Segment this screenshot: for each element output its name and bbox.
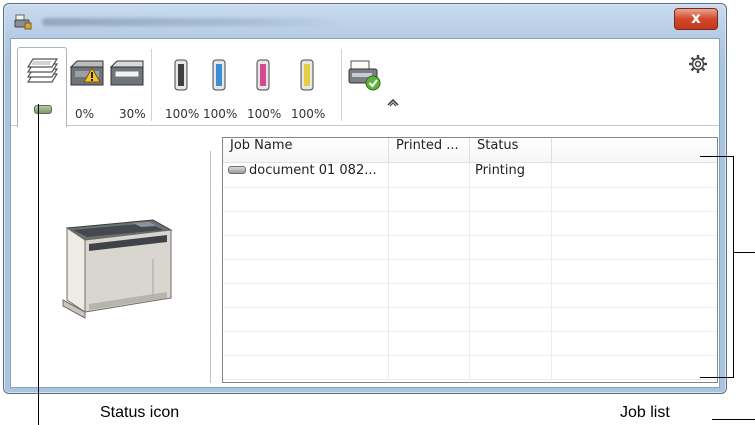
supply-toner-yellow[interactable]: 100% bbox=[291, 59, 329, 123]
supply-level-label: 100% bbox=[247, 107, 282, 121]
column-header-printed[interactable]: Printed ... bbox=[389, 138, 470, 162]
window-title-redacted bbox=[42, 18, 342, 26]
table-row-empty bbox=[223, 211, 717, 236]
close-button[interactable]: x bbox=[674, 8, 718, 30]
column-header-job-name[interactable]: Job Name bbox=[223, 138, 389, 162]
toner-cartridge-icon bbox=[212, 59, 226, 91]
tab-printer-status[interactable] bbox=[17, 47, 67, 127]
toner-cartridge-icon bbox=[174, 59, 188, 91]
print-job-icon bbox=[228, 165, 246, 174]
supply-toner-black[interactable]: 100% bbox=[165, 59, 203, 123]
job-list[interactable]: Job Name Printed ... Status document 01 … bbox=[222, 137, 718, 383]
toolbar-divider bbox=[341, 49, 342, 121]
warning-icon bbox=[83, 67, 101, 83]
table-row[interactable]: document 01 082... Printing bbox=[223, 163, 717, 188]
cell-job-name: document 01 082... bbox=[223, 163, 389, 187]
supply-level-label: 100% bbox=[291, 107, 326, 121]
client-area: 0% 30% 100% 100% 100% 100% Job Name Prin… bbox=[10, 38, 720, 388]
table-row-empty bbox=[223, 355, 717, 380]
toolbar-divider bbox=[151, 49, 152, 121]
title-bar[interactable]: x bbox=[4, 4, 726, 38]
table-row-empty bbox=[223, 187, 717, 212]
table-row-empty bbox=[223, 283, 717, 308]
job-name-text: document 01 082... bbox=[249, 163, 377, 178]
job-list-bracket-bottom bbox=[700, 377, 734, 378]
supply-level-label: 0% bbox=[75, 107, 95, 121]
cell-printed bbox=[389, 163, 470, 187]
job-list-bracket-top bbox=[700, 156, 734, 157]
table-row-empty bbox=[223, 307, 717, 332]
toner-cartridge-icon bbox=[300, 59, 314, 91]
device-ok-icon[interactable] bbox=[347, 59, 383, 93]
status-icon-callout-label: Status icon bbox=[100, 404, 180, 421]
column-header-empty bbox=[552, 138, 717, 162]
supply-toner-magenta[interactable]: 100% bbox=[247, 59, 285, 123]
toner-cartridge-icon bbox=[256, 59, 270, 91]
column-header-status[interactable]: Status bbox=[470, 138, 552, 162]
job-list-header: Job Name Printed ... Status bbox=[223, 138, 717, 163]
gear-icon[interactable] bbox=[687, 53, 709, 75]
job-list-callout-line bbox=[712, 419, 755, 420]
status-toolbar: 0% 30% 100% 100% 100% 100% bbox=[11, 39, 719, 127]
supply-paper-tray-2[interactable]: 30% bbox=[109, 59, 147, 123]
table-row-empty bbox=[223, 235, 717, 260]
table-row-empty bbox=[223, 331, 717, 356]
supply-level-label: 100% bbox=[203, 107, 238, 121]
supply-paper-tray-1[interactable]: 0% bbox=[69, 59, 105, 123]
printer-image bbox=[62, 219, 173, 319]
job-list-bracket-pointer bbox=[733, 252, 755, 253]
printer-app-icon bbox=[14, 14, 32, 30]
supply-level-label: 30% bbox=[119, 107, 146, 121]
table-row-empty bbox=[223, 259, 717, 284]
supply-level-label: 100% bbox=[165, 107, 200, 121]
status-icon-callout-line bbox=[38, 104, 39, 425]
job-list-callout-label: Job list bbox=[620, 404, 670, 421]
printer-status-window: x 0% 30% 100% 100% 100% 100% Job Name Pr… bbox=[3, 3, 727, 394]
supply-toner-cyan[interactable]: 100% bbox=[203, 59, 241, 123]
collapse-toolbar-icon[interactable] bbox=[387, 97, 399, 107]
paper-tray-icon bbox=[109, 60, 144, 86]
cell-status: Printing bbox=[470, 163, 552, 187]
pane-divider[interactable] bbox=[210, 151, 211, 383]
printer-status-icon bbox=[26, 58, 58, 83]
status-indicator-led bbox=[34, 105, 52, 114]
job-list-bracket-vertical bbox=[733, 156, 734, 377]
